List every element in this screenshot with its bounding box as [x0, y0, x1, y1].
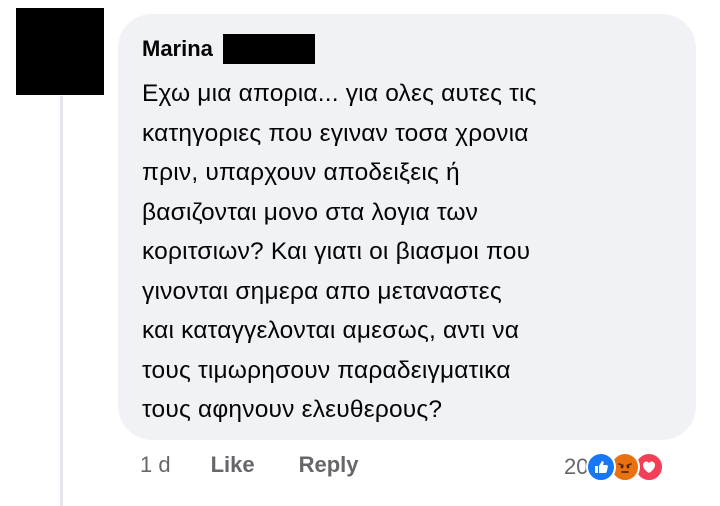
comment-line: κοριτσιων? Και γιατι οι βιασμοι που: [142, 238, 531, 265]
author-name[interactable]: Marina: [142, 36, 213, 62]
like-button[interactable]: Like: [211, 452, 255, 478]
comment-line: Εχω μια απορια... για ολες αυτες τις: [142, 80, 537, 107]
comment-timestamp[interactable]: 1 d: [140, 452, 171, 478]
comment-line: κατηγοριες που εγιναν τοσα χρονια: [142, 119, 529, 147]
author-row: Marina: [142, 32, 672, 66]
comment-actions: 1 d Like Reply: [140, 452, 403, 478]
comment-line: βασιζονται μονο στα λογια των: [142, 198, 479, 226]
comment-bubble: Marina Εχω μια απορια... για ολες αυτες …: [118, 14, 696, 440]
reply-button[interactable]: Reply: [299, 452, 359, 478]
comment-line: τους τιμωρησουν παραδειγματικα: [142, 356, 511, 384]
redacted-surname: [222, 34, 315, 64]
comment-line: πριν, υπαρχουν αποδειξεις ή: [142, 159, 460, 186]
comment-line: και καταγγελονται αμεσως, αντι να: [142, 317, 520, 344]
avatar[interactable]: [16, 8, 104, 95]
reaction-count: 20: [564, 454, 589, 479]
comment-line: τους αφηνουν ελευθερους?: [142, 396, 443, 423]
comment-text: Εχω μια απορια... για ολες αυτες τις κατ…: [142, 74, 672, 430]
thread-line: [60, 96, 63, 506]
reactions-summary[interactable]: 20: [564, 452, 665, 482]
like-reaction-icon: [586, 452, 617, 482]
comment-line: γινονται σημερα απο μεταναστες: [142, 277, 502, 305]
